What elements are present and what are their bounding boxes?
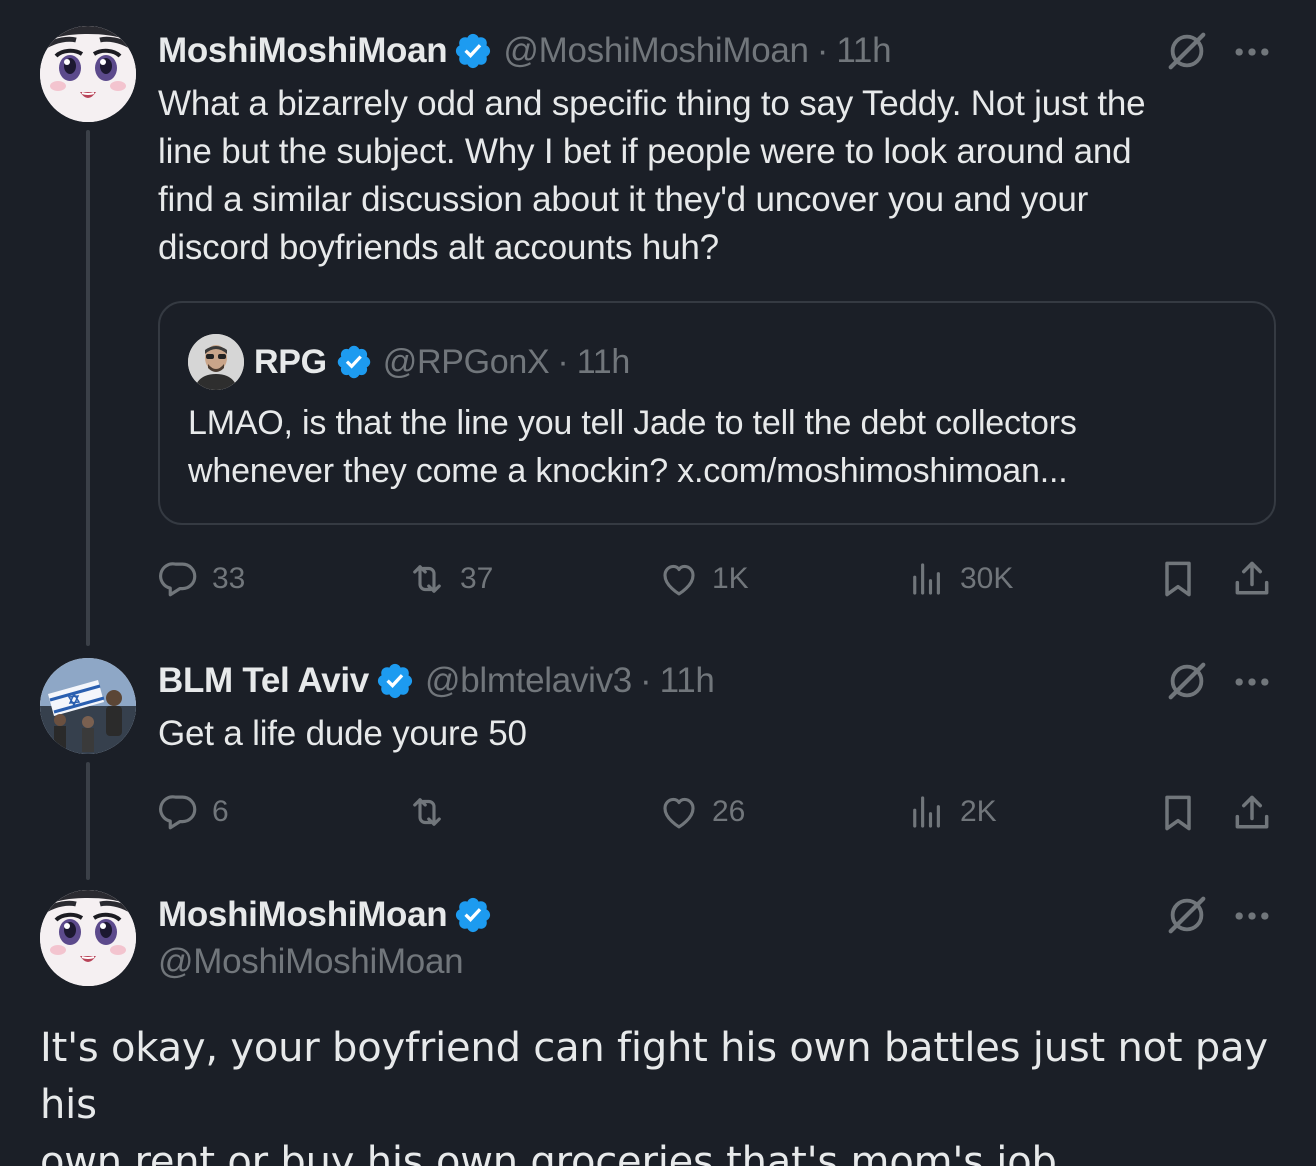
handle[interactable]: @MoshiMoshiMoan: [503, 31, 809, 71]
reply-button[interactable]: 33: [158, 558, 245, 600]
repost-button[interactable]: 37: [406, 558, 493, 600]
more-icon[interactable]: [1230, 30, 1274, 74]
share-icon[interactable]: [1230, 557, 1274, 601]
like-icon: [658, 791, 700, 833]
separator: ·: [639, 661, 652, 700]
timestamp[interactable]: 11h: [836, 31, 891, 71]
more-icon[interactable]: [1230, 894, 1274, 938]
repost-icon: [406, 558, 448, 600]
quoted-text-line[interactable]: whenever they come a knockin? x.com/mosh…: [188, 447, 1258, 495]
avatar-image: [40, 26, 136, 122]
share-icon[interactable]: [1230, 791, 1274, 835]
timestamp[interactable]: 11h: [660, 661, 715, 701]
tweet-text-line: What a bizarrely odd and specific thing …: [158, 84, 1146, 123]
tweet-text: It's okay, your boyfriend can fight his …: [40, 1020, 1300, 1166]
bookmark-icon[interactable]: [1156, 791, 1200, 835]
tweet-text-line: discord boyfriends alt accounts huh?: [158, 228, 719, 267]
tweet-text-line: It's okay, your boyfriend can fight his …: [40, 1025, 1268, 1128]
verified-badge-icon[interactable]: [453, 31, 493, 71]
tweet-text-line: find a similar discussion about it they'…: [158, 180, 1089, 219]
views-button[interactable]: 2K: [906, 791, 997, 833]
verified-badge-icon[interactable]: [375, 661, 415, 701]
tweet-header: MoshiMoshiMoan: [158, 892, 493, 938]
display-name[interactable]: BLM Tel Aviv: [158, 661, 369, 701]
views-count: 30K: [960, 562, 1014, 595]
handle[interactable]: @MoshiMoshiMoan: [158, 942, 464, 982]
like-count: 26: [712, 795, 746, 828]
grok-icon[interactable]: [1164, 892, 1210, 938]
display-name[interactable]: MoshiMoshiMoan: [158, 31, 448, 71]
quoted-tweet-text: LMAO, is that the line you tell Jade to …: [188, 399, 1258, 495]
repost-count: 37: [460, 562, 494, 595]
tweet-text-line: line but the subject. Why I bet if peopl…: [158, 132, 1132, 171]
grok-icon[interactable]: [1164, 28, 1210, 74]
quoted-timestamp[interactable]: 11h: [577, 343, 631, 382]
like-icon: [658, 558, 700, 600]
thread-line: [86, 762, 90, 880]
more-icon[interactable]: [1230, 660, 1274, 704]
reply-count: 33: [212, 562, 246, 595]
quoted-display-name[interactable]: RPG: [254, 343, 327, 382]
like-count: 1K: [712, 562, 749, 595]
views-count: 2K: [960, 795, 997, 828]
tweet-text: Get a life dude youre 50: [158, 714, 527, 753]
tweet-text: What a bizarrely odd and specific thing …: [158, 80, 1288, 272]
quoted-tweet-card[interactable]: RPG @RPGonX · 11h LMAO, is that the line…: [158, 301, 1276, 525]
verified-badge-icon[interactable]: [335, 343, 373, 381]
quoted-text-line: LMAO, is that the line you tell Jade to …: [188, 404, 1077, 442]
tweet-text-line: own rent or buy his own groceries that's…: [40, 1139, 1070, 1166]
display-name[interactable]: MoshiMoshiMoan: [158, 895, 448, 935]
views-icon: [906, 558, 948, 600]
views-icon: [906, 791, 948, 833]
tweet-header: BLM Tel Aviv @blmtelaviv3 · 11h: [158, 658, 715, 704]
reply-icon: [158, 558, 200, 600]
avatar-image: [40, 890, 136, 986]
bookmark-icon[interactable]: [1156, 557, 1200, 601]
avatar-image: [40, 658, 136, 754]
quoted-avatar-image: [188, 334, 244, 390]
thread-line: [86, 130, 90, 646]
tweet-header: MoshiMoshiMoan @MoshiMoshiMoan · 11h: [158, 28, 892, 74]
quoted-tweet-header: RPG @RPGonX · 11h: [188, 333, 630, 391]
quoted-avatar[interactable]: [188, 334, 244, 390]
avatar[interactable]: [40, 26, 136, 122]
avatar[interactable]: [40, 658, 136, 754]
like-button[interactable]: 26: [658, 791, 745, 833]
reply-icon: [158, 791, 200, 833]
quoted-handle[interactable]: @RPGonX: [383, 343, 550, 382]
repost-icon: [406, 791, 448, 833]
verified-badge-icon[interactable]: [453, 895, 493, 935]
avatar[interactable]: [40, 890, 136, 986]
separator: ·: [816, 31, 829, 70]
repost-button[interactable]: [406, 791, 460, 833]
like-button[interactable]: 1K: [658, 558, 749, 600]
grok-icon[interactable]: [1164, 658, 1210, 704]
handle[interactable]: @blmtelaviv3: [425, 661, 632, 701]
views-button[interactable]: 30K: [906, 558, 1013, 600]
separator: ·: [557, 342, 569, 381]
reply-count: 6: [212, 795, 229, 828]
reply-button[interactable]: 6: [158, 791, 229, 833]
